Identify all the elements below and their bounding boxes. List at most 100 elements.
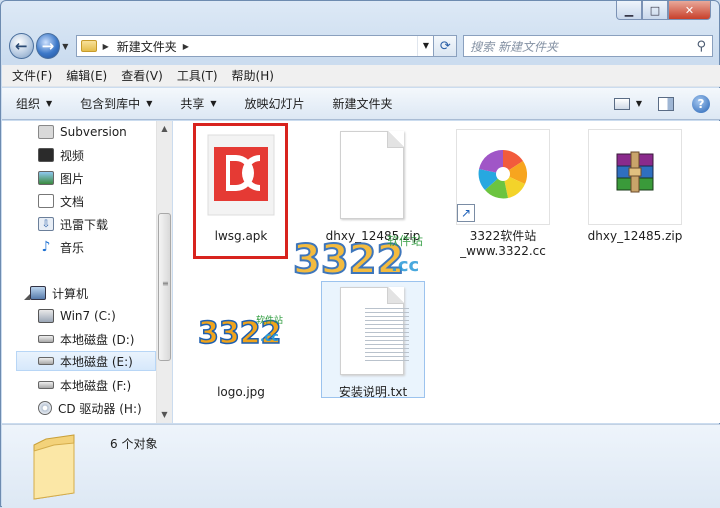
nav-label: 本地磁盘 (D:) <box>60 332 135 347</box>
blank-file-icon <box>340 131 404 219</box>
nav-label: 计算机 <box>52 286 89 301</box>
nav-label: 图片 <box>60 171 85 186</box>
nav-item-drive-h[interactable]: CD 驱动器 (H:) <box>38 398 142 418</box>
caption-buttons: ▁ □ ✕ <box>616 1 711 20</box>
change-view-icon[interactable] <box>613 97 630 110</box>
recent-pages-dropdown[interactable]: ▼ <box>62 42 73 51</box>
include-in-library-label: 包含到库中 <box>80 97 141 111</box>
cd-drive-icon <box>38 401 52 415</box>
subversion-icon <box>38 125 54 139</box>
logo-image-icon: 3322 .cc 软件站 <box>197 314 283 352</box>
dropdown-arrow-icon: ▼ <box>46 99 53 108</box>
scrollbar-thumb[interactable]: ≡ <box>158 213 171 361</box>
nav-label: 音乐 <box>60 240 85 255</box>
nav-item-drive-e[interactable]: 本地磁盘 (E:) <box>16 351 156 371</box>
share-label: 共享 <box>180 97 205 111</box>
folder-icon <box>80 40 97 52</box>
breadcrumb-chevron-icon[interactable]: ▶ <box>183 42 189 51</box>
menu-bar: 文件(F) 编辑(E) 查看(V) 工具(T) 帮助(H) <box>2 65 720 87</box>
nav-label: 本地磁盘 (F:) <box>60 378 132 393</box>
share-button[interactable]: 共享 ▼ <box>180 95 216 112</box>
close-button[interactable]: ✕ <box>668 1 711 20</box>
svg-text:.cc: .cc <box>260 330 279 344</box>
download-folder-icon: ⇩ <box>38 217 54 231</box>
file-name: dhxy_12485.zip <box>325 229 421 243</box>
shortcut-arrow-icon: ↗ <box>457 204 475 222</box>
forward-arrow-icon: → <box>41 37 55 55</box>
help-icon[interactable]: ? <box>692 94 710 113</box>
scroll-down-icon[interactable]: ▼ <box>157 407 172 423</box>
minimize-button[interactable]: ▁ <box>616 1 642 20</box>
include-in-library-button[interactable]: 包含到库中 ▼ <box>80 95 152 112</box>
file-name: dhxy_12485.zip <box>587 229 683 243</box>
nav-item-computer[interactable]: 计算机 <box>30 283 88 303</box>
nav-item-videos[interactable]: 视频 <box>38 145 84 165</box>
address-row: ← → ▼ ▶ 新建文件夹 ▶ ▼ ⟳ 搜索 新建文件夹 ⚲ <box>9 31 714 61</box>
menu-help[interactable]: 帮助(H) <box>232 67 274 84</box>
hard-disk-icon <box>38 381 54 389</box>
nav-item-subversion[interactable]: Subversion <box>38 122 127 142</box>
text-lines <box>365 308 409 364</box>
computer-icon <box>30 286 46 300</box>
organize-button[interactable]: 组织 ▼ <box>16 95 52 112</box>
view-dropdown-icon[interactable]: ▼ <box>636 99 642 108</box>
slideshow-button[interactable]: 放映幻灯片 <box>245 95 305 112</box>
search-placeholder: 搜索 新建文件夹 <box>470 39 558 54</box>
command-bar-right: ▼ ? <box>613 94 720 113</box>
address-bar[interactable]: ▶ 新建文件夹 ▶ ▼ <box>75 35 435 57</box>
file-name: 安装说明.txt <box>338 385 408 399</box>
menu-tools[interactable]: 工具(T) <box>177 67 218 84</box>
search-icon[interactable]: ⚲ <box>696 39 706 54</box>
file-item-install-txt[interactable]: 安装说明.txt <box>323 285 423 400</box>
file-thumbnail <box>326 285 420 381</box>
svg-text:软件站: 软件站 <box>256 314 283 326</box>
forward-button[interactable]: → <box>35 33 61 59</box>
file-item-dhxy-zip-1[interactable]: dhxy_12485.zip <box>323 129 423 244</box>
nav-item-drive-f[interactable]: 本地磁盘 (F:) <box>38 375 131 395</box>
menu-edit[interactable]: 编辑(E) <box>66 67 107 84</box>
nav-label: Win7 (C:) <box>60 309 116 323</box>
search-input[interactable]: 搜索 新建文件夹 ⚲ <box>463 35 714 57</box>
nav-label: 文档 <box>60 194 85 209</box>
nav-item-pictures[interactable]: 图片 <box>38 168 84 188</box>
file-item-logo-jpg[interactable]: 3322 .cc 软件站 logo.jpg <box>191 285 291 400</box>
organize-label: 组织 <box>16 97 41 111</box>
hard-disk-icon <box>38 357 54 365</box>
nav-item-drive-c[interactable]: Win7 (C:) <box>38 306 116 326</box>
nav-item-documents[interactable]: 文档 <box>38 191 84 211</box>
back-button[interactable]: ← <box>9 33 34 59</box>
file-name: 3322软件站_www.3322.cc <box>460 229 546 258</box>
system-drive-icon <box>38 309 54 323</box>
video-library-icon <box>38 148 54 162</box>
nav-scrollbar[interactable]: ▲ ≡ ▼ <box>156 121 172 423</box>
address-dropdown-icon[interactable]: ▼ <box>417 36 433 56</box>
preview-pane-icon[interactable] <box>658 96 674 111</box>
nav-label: 视频 <box>60 148 85 163</box>
scroll-up-icon[interactable]: ▲ <box>157 121 172 137</box>
new-folder-button[interactable]: 新建文件夹 <box>333 95 393 112</box>
grip-icon: ≡ <box>162 279 169 288</box>
slideshow-label: 放映幻灯片 <box>244 97 305 111</box>
file-item-dhxy-zip-2[interactable]: dhxy_12485.zip <box>585 129 685 244</box>
breadcrumb-current[interactable]: 新建文件夹 <box>117 38 177 55</box>
dropdown-arrow-icon: ▼ <box>210 99 217 108</box>
file-name: logo.jpg <box>217 385 265 399</box>
text-file-icon <box>340 287 409 375</box>
file-thumbnail: 3322 .cc 软件站 <box>194 285 288 381</box>
nav-item-drive-d[interactable]: 本地磁盘 (D:) <box>38 329 134 349</box>
nav-item-music[interactable]: ♪ 音乐 <box>38 237 84 257</box>
breadcrumb-chevron-icon[interactable]: ▶ <box>103 42 109 51</box>
details-pane: 6 个对象 <box>2 424 720 508</box>
new-folder-label: 新建文件夹 <box>332 97 393 111</box>
nav-item-thunder-downloads[interactable]: ⇩ 迅雷下载 <box>38 214 108 234</box>
dropdown-arrow-icon: ▼ <box>146 99 153 108</box>
menu-view[interactable]: 查看(V) <box>121 67 163 84</box>
menu-file[interactable]: 文件(F) <box>12 67 52 84</box>
file-item-3322-shortcut[interactable]: ↗ 3322软件站_www.3322.cc <box>453 129 553 259</box>
nav-label: 本地磁盘 (E:) <box>60 354 133 369</box>
winrar-archive-icon <box>616 151 654 193</box>
nav-label: 迅雷下载 <box>60 217 109 232</box>
refresh-icon: ⟳ <box>439 38 451 54</box>
refresh-button[interactable]: ⟳ <box>434 35 458 57</box>
maximize-button[interactable]: □ <box>642 1 668 20</box>
